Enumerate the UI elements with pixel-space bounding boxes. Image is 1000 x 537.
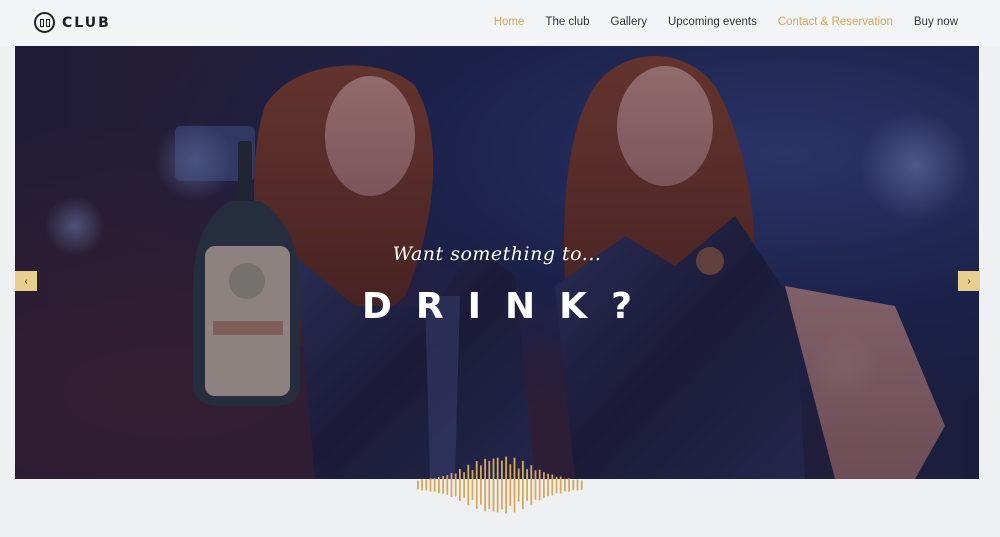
sound-wave-bar	[450, 472, 453, 498]
sound-wave-bar	[564, 478, 566, 492]
sound-wave-bar	[475, 461, 478, 509]
nav-item-the-club[interactable]: The club	[545, 16, 589, 28]
sound-wave-bar	[576, 479, 579, 491]
sound-wave-bar	[559, 476, 562, 494]
slider-prev-button[interactable]: ‹	[15, 271, 37, 291]
sound-wave-bar	[425, 479, 428, 491]
sound-wave-bar	[467, 464, 470, 506]
site-header: CLUB Home The club Gallery Upcoming even…	[0, 0, 1000, 46]
sound-wave-bar	[580, 480, 583, 490]
sound-wave-bar	[572, 479, 575, 491]
hero-headline: DRINK?	[362, 286, 656, 327]
sound-wave-bar	[543, 472, 545, 498]
sound-wave-bar	[509, 464, 512, 506]
sound-wave-bar	[471, 470, 474, 500]
sound-wave-bar	[484, 458, 486, 512]
sound-wave-bar	[417, 480, 419, 490]
sound-wave-bar	[513, 457, 516, 513]
club-logo-icon	[34, 12, 55, 33]
sound-wave-bar	[488, 460, 491, 510]
chevron-left-icon: ‹	[24, 275, 28, 287]
sound-wave-bar	[568, 478, 570, 492]
sound-wave-bar	[459, 469, 461, 501]
sound-wave-bar	[463, 472, 465, 498]
slider-next-button[interactable]: ›	[958, 271, 980, 291]
sound-wave-bar	[421, 479, 423, 491]
sound-wave-bar	[538, 469, 541, 501]
site-logo[interactable]: CLUB	[34, 12, 111, 33]
sound-wave-bar	[496, 457, 499, 513]
hero-subtitle: Want something to...	[392, 243, 602, 265]
sound-wave-bar	[446, 475, 449, 495]
nav-item-upcoming-events[interactable]: Upcoming events	[668, 16, 757, 28]
main-nav: Home The club Gallery Upcoming events Co…	[494, 16, 958, 28]
sound-wave-bar	[433, 478, 436, 492]
sound-wave-bar	[454, 473, 457, 497]
sound-wave-bar	[526, 469, 528, 501]
sound-wave-bar	[442, 476, 444, 494]
sound-wave-bar	[522, 460, 524, 510]
nav-item-home[interactable]: Home	[494, 16, 525, 28]
sound-wave-decoration	[417, 456, 583, 514]
chevron-right-icon: ›	[967, 275, 971, 287]
sound-wave-bar	[438, 476, 440, 494]
sound-wave-bar	[492, 458, 495, 512]
sound-wave-bar	[429, 478, 432, 492]
sound-wave-bar	[505, 456, 507, 514]
hero-slider: Want something to... DRINK?	[15, 46, 979, 479]
nav-item-gallery[interactable]: Gallery	[611, 16, 647, 28]
nav-item-buy-now[interactable]: Buy now	[914, 16, 958, 28]
nav-item-contact-reservation[interactable]: Contact & Reservation	[778, 16, 893, 28]
sound-wave-bar	[551, 474, 554, 496]
brand-name: CLUB	[62, 14, 111, 31]
sound-wave-bar	[530, 465, 533, 505]
sound-wave-bar	[480, 465, 482, 505]
sound-wave-bar	[555, 476, 558, 494]
sound-wave-bar	[534, 470, 537, 500]
sound-wave-bar	[547, 473, 549, 497]
sound-wave-bar	[517, 468, 520, 502]
sound-wave-bar	[501, 460, 503, 510]
